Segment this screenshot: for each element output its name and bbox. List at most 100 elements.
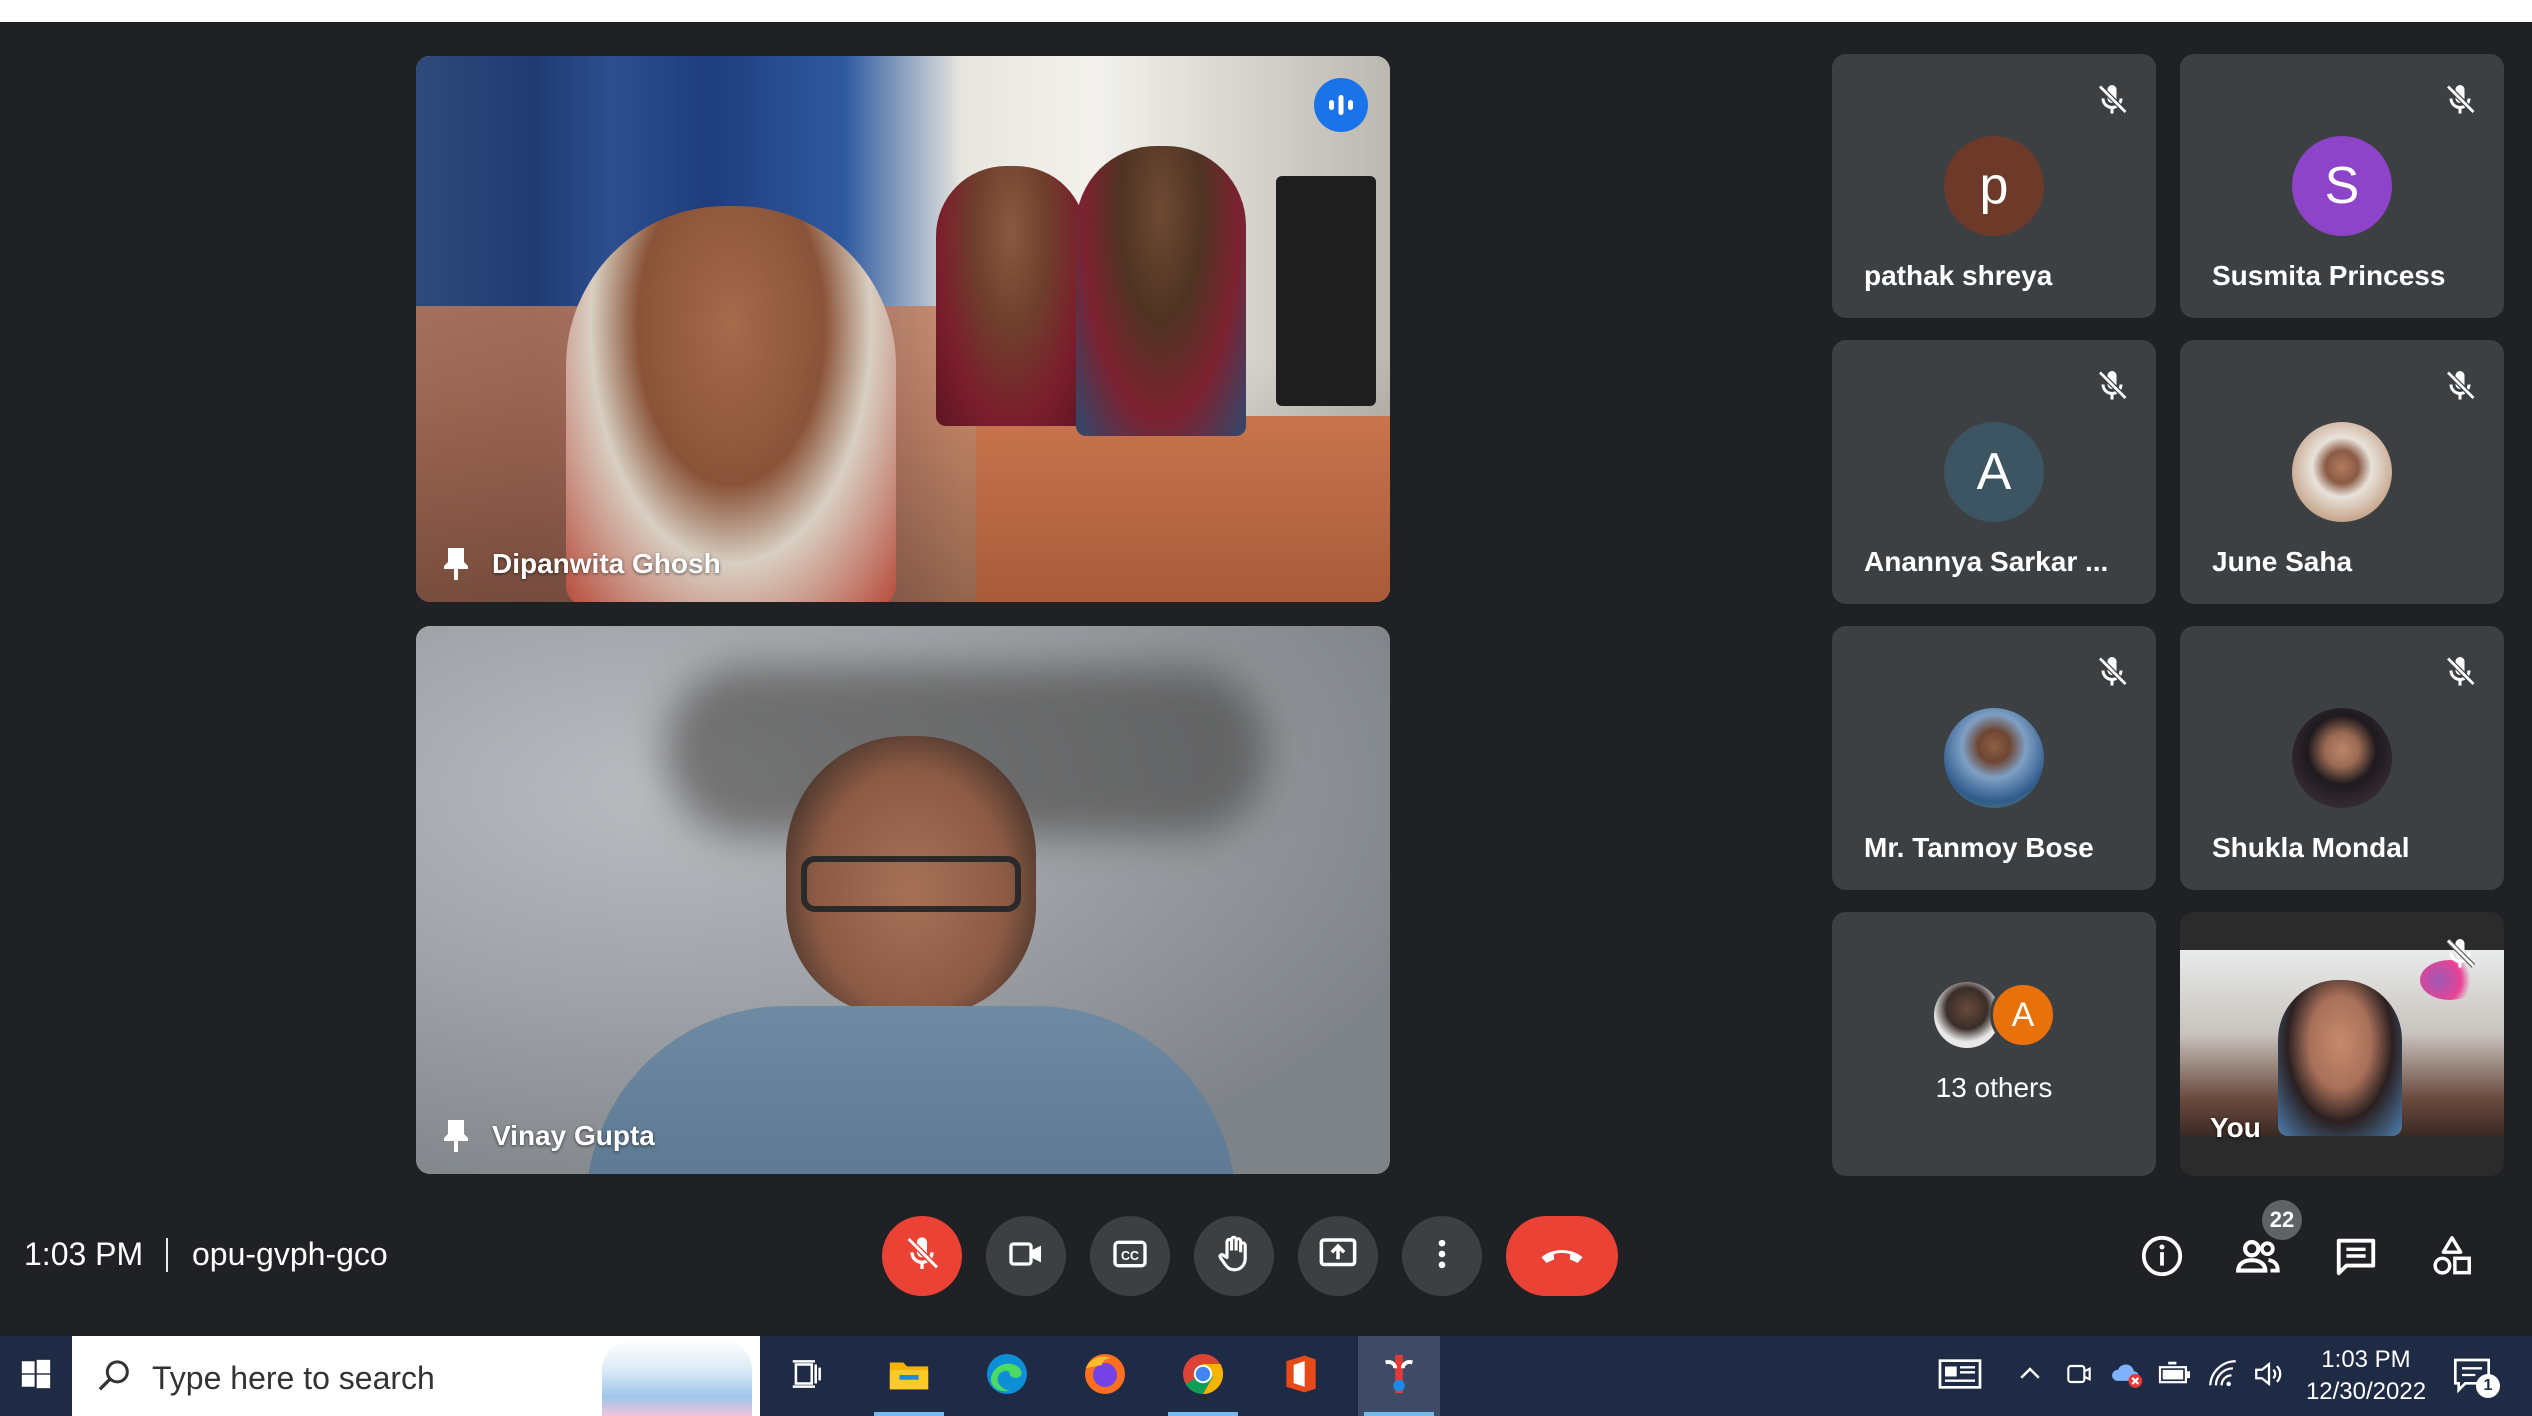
leave-call-button[interactable] (1506, 1216, 1618, 1296)
raise-hand-button[interactable] (1194, 1216, 1274, 1296)
participant-tile-pathak-shreya[interactable]: p pathak shreya (1832, 54, 2156, 318)
people-count-badge: 22 (2262, 1200, 2302, 1240)
camera-toggle-button[interactable] (986, 1216, 1066, 1296)
tray-onedrive[interactable] (2104, 1336, 2150, 1416)
tray-date: 12/30/2022 (2305, 1378, 2427, 1405)
avatar: A (1944, 422, 2044, 522)
tray-volume[interactable] (2246, 1336, 2292, 1416)
profile-photo (1944, 708, 2044, 808)
mic-off-icon (2094, 82, 2130, 118)
person-shoulders (586, 1006, 1236, 1174)
video-feed-office (416, 626, 1390, 1174)
tray-battery[interactable] (2152, 1336, 2198, 1416)
video-name-overlay: Vinay Gupta (442, 1118, 655, 1154)
mic-toggle-button[interactable] (882, 1216, 962, 1296)
action-center-button[interactable]: 1 (2444, 1336, 2504, 1416)
participant-tile-june-saha[interactable]: June Saha (2180, 340, 2504, 604)
pin-icon[interactable] (442, 1118, 470, 1154)
search-highlight-illustration (602, 1340, 752, 1416)
taskbar-firefox[interactable] (1064, 1336, 1146, 1416)
avatar: p (1944, 136, 2044, 236)
taskbar-office[interactable] (1260, 1336, 1342, 1416)
divider (166, 1238, 168, 1272)
self-tile[interactable]: You (2180, 912, 2504, 1176)
others-count-label: 13 others (1935, 1072, 2053, 1103)
chevron-up-icon (2015, 1359, 2045, 1394)
firefox-icon (1081, 1350, 1129, 1403)
meeting-stage: Dipanwita Ghosh Vinay Gupta p pathak shr… (0, 22, 2532, 1336)
table-area (976, 416, 1390, 602)
participant-tile-anannya-sarkar[interactable]: A Anannya Sarkar ... (1832, 340, 2156, 604)
self-video-feed (2180, 950, 2504, 1136)
participant-name: Susmita Princess (2212, 260, 2446, 291)
folder-icon (886, 1351, 932, 1402)
activities-button[interactable] (2422, 1228, 2482, 1288)
tray-overflow-button[interactable] (2010, 1336, 2050, 1416)
screen: Dipanwita Ghosh Vinay Gupta p pathak shr… (0, 0, 2532, 1416)
tray-meet-now[interactable] (2056, 1336, 2102, 1416)
taskbar-file-explorer[interactable] (868, 1336, 950, 1416)
participant-tile-susmita-princess[interactable]: S Susmita Princess (2180, 54, 2504, 318)
mic-off-icon (2094, 368, 2130, 404)
task-view-button[interactable] (766, 1336, 848, 1416)
edge-browser-icon (983, 1350, 1031, 1403)
mic-off-icon (2094, 654, 2130, 690)
video-feed-classroom (416, 56, 1390, 602)
search-placeholder: Type here to search (152, 1360, 435, 1396)
tray-time: 1:03 PM (2321, 1346, 2411, 1373)
taskbar-edge[interactable] (966, 1336, 1048, 1416)
participant-name: Mr. Tanmoy Bose (1864, 832, 2094, 863)
chat-button[interactable] (2326, 1228, 2386, 1288)
person-silhouette-right (1076, 146, 1246, 436)
shapes-icon (2429, 1233, 2475, 1284)
profile-photo (2292, 708, 2392, 808)
windows-taskbar: Type here to search 1:03 PM 12/30/2022 1 (0, 1336, 2532, 1416)
taskbar-active-app[interactable] (1358, 1336, 1440, 1416)
meeting-details-button[interactable] (2132, 1228, 2192, 1288)
participant-name: Dipanwita Ghosh (492, 548, 721, 579)
mic-off-icon (2442, 82, 2478, 118)
participant-name: Vinay Gupta (492, 1120, 655, 1151)
present-screen-icon (1317, 1233, 1359, 1280)
present-screen-button[interactable] (1298, 1216, 1378, 1296)
news-icon (1936, 1354, 1984, 1399)
participant-name: Anannya Sarkar ... (1864, 546, 2109, 577)
office-icon (1279, 1352, 1323, 1401)
windows-logo-icon (19, 1357, 53, 1396)
notification-count-badge: 1 (2476, 1374, 2500, 1398)
browser-top-strip (0, 0, 2532, 22)
video-tile-dipanwita[interactable]: Dipanwita Ghosh (416, 56, 1390, 602)
start-button[interactable] (0, 1336, 72, 1416)
tray-news-button[interactable] (1930, 1336, 1990, 1416)
more-vertical-icon (1422, 1234, 1462, 1279)
glasses-shape (801, 856, 1021, 912)
task-view-icon (788, 1355, 826, 1398)
mic-off-icon (2442, 368, 2478, 404)
meeting-clock: 1:03 PM (24, 1236, 144, 1272)
profile-photo (2292, 422, 2392, 522)
taskbar-search-box[interactable]: Type here to search (72, 1336, 760, 1416)
notification-icon: 1 (2452, 1356, 2500, 1398)
avatar: S (2292, 136, 2392, 236)
more-options-button[interactable] (1402, 1216, 1482, 1296)
person-silhouette-left (566, 206, 896, 602)
tray-clock[interactable]: 1:03 PM 12/30/2022 (2296, 1344, 2436, 1408)
tray-wifi[interactable] (2200, 1336, 2246, 1416)
pin-icon[interactable] (442, 546, 470, 582)
video-tile-vinay[interactable]: Vinay Gupta (416, 626, 1390, 1174)
participant-tile-shukla-mondal[interactable]: Shukla Mondal (2180, 626, 2504, 890)
phone-hangup-icon (1536, 1228, 1588, 1285)
taskbar-chrome[interactable] (1162, 1336, 1244, 1416)
captions-button[interactable]: CC (1090, 1216, 1170, 1296)
app-feather-icon (1376, 1351, 1422, 1402)
closed-captions-icon: CC (1110, 1234, 1150, 1279)
others-tile[interactable]: A 13 others (1832, 912, 2156, 1176)
video-meeting-icon (2063, 1358, 2095, 1395)
mic-off-icon (902, 1234, 942, 1279)
mic-off-icon (2442, 936, 2478, 972)
mic-off-icon (2442, 654, 2478, 690)
cloud-error-icon (2109, 1358, 2145, 1395)
wifi-icon (2206, 1357, 2240, 1396)
self-person (2278, 980, 2402, 1136)
participant-tile-tanmoy-bose[interactable]: Mr. Tanmoy Bose (1832, 626, 2156, 890)
